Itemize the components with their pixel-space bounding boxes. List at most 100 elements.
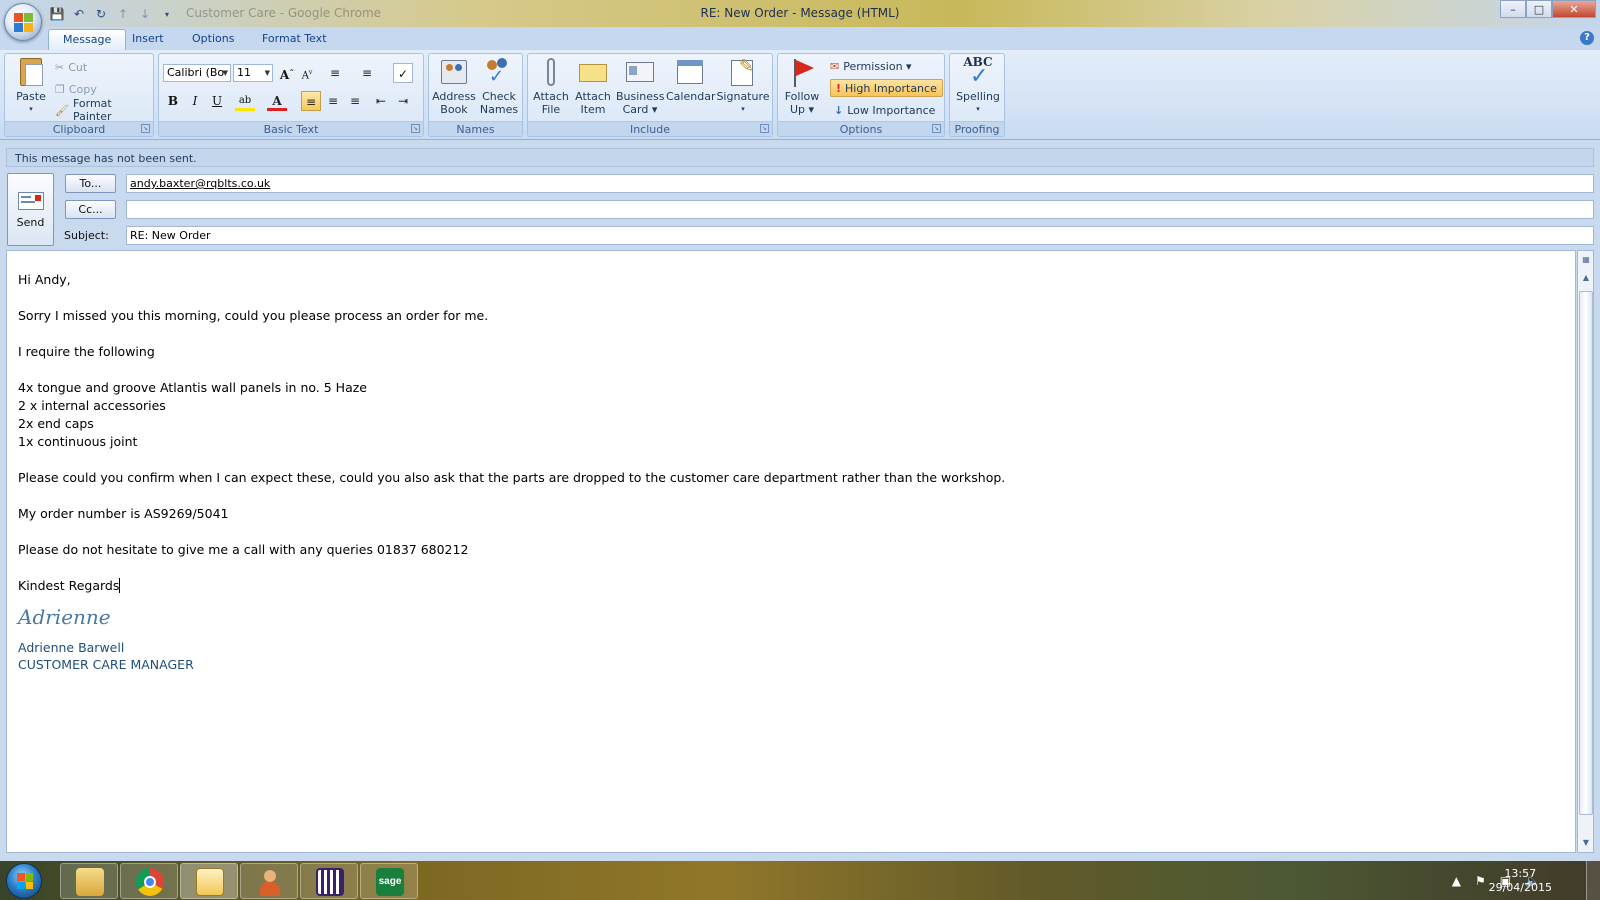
taskbar-sage[interactable]: sage	[360, 863, 418, 899]
tab-message[interactable]: Message	[48, 29, 127, 50]
font-color-icon[interactable]: A	[267, 91, 287, 111]
ruler-toggle-icon[interactable]: ▦	[1579, 253, 1593, 267]
taskbar-outlook[interactable]	[180, 863, 238, 899]
bullets-button[interactable]: ≡	[325, 63, 345, 83]
office-logo-icon	[14, 13, 34, 33]
font-name-combo[interactable]: Calibri (Bo ▼	[163, 64, 231, 82]
shrink-font-button[interactable]: Av	[297, 63, 317, 83]
dialog-launcher-icon[interactable]: ↘	[141, 124, 150, 133]
taskbar: sage ▲ ⚑ ▣ 🔈 13:57 29/04/2015	[0, 861, 1600, 900]
chevron-down-icon: ▼	[264, 69, 270, 77]
scrollbar-thumb[interactable]	[1579, 291, 1593, 815]
group-label: Names	[429, 121, 522, 136]
ribbon-tabs: Message Insert Options Format Text ?	[0, 27, 1600, 50]
signature-button[interactable]: ✎ Signature ▾	[716, 56, 770, 116]
align-right-button[interactable]: ≡	[345, 91, 365, 111]
italic-button[interactable]: I	[185, 91, 205, 111]
window-controls: – □ ✕	[1500, 0, 1596, 18]
high-importance-button[interactable]: ! High Importance	[830, 79, 943, 97]
group-label: Proofing	[950, 121, 1004, 136]
info-bar: This message has not been sent.	[6, 148, 1594, 167]
permission-button[interactable]: ✉ Permission ▾	[830, 57, 912, 75]
show-hidden-icons-icon[interactable]: ▲	[1452, 874, 1461, 888]
taskbar-calculator[interactable]	[300, 863, 358, 899]
dialog-launcher-icon[interactable]: ↘	[760, 124, 769, 133]
close-button[interactable]: ✕	[1552, 0, 1596, 18]
title-bar: 💾 ↶ ↻ ↑ ↓ ▾ Customer Care - Google Chrom…	[0, 0, 1600, 27]
paintbrush-icon: 🖌	[55, 103, 69, 117]
body-closing: Kindest Regards	[18, 578, 121, 593]
scissors-icon: ✂	[55, 60, 65, 74]
start-button[interactable]	[6, 863, 42, 899]
underline-button[interactable]: U	[207, 91, 227, 111]
dialog-launcher-icon[interactable]: ↘	[932, 124, 941, 133]
calendar-button[interactable]: Calendar	[666, 56, 715, 103]
action-center-flag-icon[interactable]: ⚑	[1475, 874, 1486, 888]
attach-item-button[interactable]: Attach Item	[572, 56, 614, 116]
scroll-down-arrow-icon[interactable]: ▼	[1579, 836, 1593, 850]
send-envelope-icon	[17, 192, 44, 210]
decrease-indent-button[interactable]: ⇤	[371, 91, 391, 111]
taskbar-contacts[interactable]	[240, 863, 298, 899]
taskbar-chrome[interactable]	[120, 863, 178, 899]
clipboard-group: Paste ▾ ✂ Cut ❐ Copy 🖌 Format Painter Cl…	[4, 53, 154, 137]
styles-icon[interactable]: ✓	[393, 63, 413, 83]
cut-button[interactable]: ✂ Cut	[55, 58, 87, 76]
attach-file-button[interactable]: Attach File	[530, 56, 572, 116]
copy-button[interactable]: ❐ Copy	[55, 80, 97, 98]
vertical-scrollbar[interactable]: ▦ ▲ ▼	[1577, 250, 1594, 853]
align-center-button[interactable]: ≡	[323, 91, 343, 111]
tab-insert[interactable]: Insert	[118, 29, 178, 50]
taskbar-explorer[interactable]	[60, 863, 118, 899]
minimize-button[interactable]: –	[1500, 0, 1526, 18]
signature-name: Adrienne Barwell	[18, 640, 125, 655]
show-desktop-button[interactable]	[1586, 861, 1600, 900]
dialog-launcher-icon[interactable]: ↘	[411, 124, 420, 133]
help-icon[interactable]: ?	[1580, 31, 1594, 45]
font-size-combo[interactable]: 11 ▼	[233, 64, 273, 82]
tab-format-text[interactable]: Format Text	[248, 29, 341, 50]
grow-font-button[interactable]: A^	[277, 63, 297, 83]
to-field[interactable]: andy.baxter@rqblts.co.uk	[126, 174, 1594, 193]
to-button[interactable]: To...	[65, 174, 116, 193]
highlight-icon[interactable]: ab	[235, 91, 255, 111]
business-card-button[interactable]: Business Card ▾	[616, 56, 665, 116]
group-label: Basic Text	[159, 121, 423, 136]
maximize-button[interactable]: □	[1526, 0, 1552, 18]
message-body[interactable]: Hi Andy, Sorry I missed you this morning…	[6, 250, 1576, 853]
bold-button[interactable]: B	[163, 91, 183, 111]
group-label: Options	[778, 121, 944, 136]
scroll-up-arrow-icon[interactable]: ▲	[1579, 271, 1593, 285]
check-names-button[interactable]: ✓ Check Names	[477, 56, 521, 116]
increase-indent-button[interactable]: ⇥	[393, 91, 413, 111]
signature-title: CUSTOMER CARE MANAGER	[18, 657, 194, 672]
paste-icon	[15, 56, 47, 88]
cc-field[interactable]	[126, 200, 1594, 219]
body-paragraph: Sorry I missed you this morning, could y…	[18, 308, 489, 323]
proofing-group: ABC ✓ Spelling ▾ Proofing	[949, 53, 1005, 137]
clock[interactable]: 13:57 29/04/2015	[1489, 867, 1552, 895]
options-group: Follow Up ▾ ✉ Permission ▾ ! High Import…	[777, 53, 945, 137]
follow-up-button[interactable]: Follow Up ▾	[780, 56, 824, 116]
send-button[interactable]: Send	[7, 173, 54, 246]
cc-button[interactable]: Cc...	[65, 200, 116, 219]
order-item: 1x continuous joint	[18, 434, 138, 449]
tab-options[interactable]: Options	[178, 29, 248, 50]
low-importance-button[interactable]: ↓ Low Importance	[834, 101, 935, 119]
office-button[interactable]	[4, 3, 42, 41]
permission-icon: ✉	[830, 59, 840, 73]
group-label: Include	[528, 121, 772, 136]
format-painter-button[interactable]: 🖌 Format Painter	[55, 97, 153, 123]
check-names-icon: ✓	[483, 56, 515, 88]
body-paragraph: Please could you confirm when I can expe…	[18, 470, 1006, 485]
exclamation-icon: !	[836, 81, 842, 95]
sage-logo-icon: sage	[376, 868, 404, 896]
align-left-button[interactable]: ≡	[301, 91, 321, 111]
numbering-button[interactable]: ≡	[357, 63, 377, 83]
names-group: Address Book ✓ Check Names Names	[428, 53, 523, 137]
paste-button[interactable]: Paste ▾	[11, 56, 51, 116]
spelling-button[interactable]: ABC ✓ Spelling ▾	[952, 56, 1004, 116]
recipient-address[interactable]: andy.baxter@rqblts.co.uk	[130, 177, 270, 190]
address-book-button[interactable]: Address Book	[431, 56, 477, 116]
subject-field[interactable]: RE: New Order	[126, 226, 1594, 245]
